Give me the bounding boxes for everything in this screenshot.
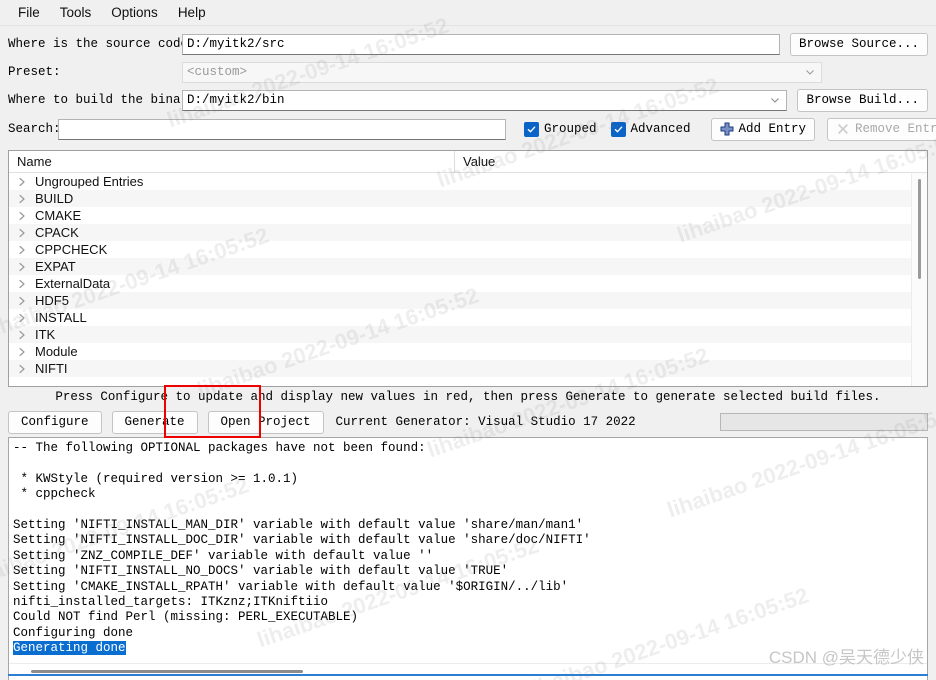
tree-body[interactable]: Ungrouped Entries BUILD CMAKE CPACK CPPCHECK… (9, 173, 927, 386)
menu-file[interactable]: File (8, 3, 50, 23)
entry-group-name: BUILD (35, 191, 74, 206)
remove-entry-button[interactable]: Remove Entry (827, 117, 936, 141)
chevron-down-icon (770, 95, 780, 105)
browse-source-button[interactable]: Browse Source... (789, 32, 928, 56)
cmake-gui-window: File Tools Options Help Where is the sou… (0, 0, 936, 680)
table-row[interactable]: NIFTI (9, 360, 927, 377)
column-header-value[interactable]: Value (455, 151, 927, 172)
menu-options[interactable]: Options (101, 3, 168, 23)
table-row[interactable]: Ungrouped Entries (9, 173, 927, 190)
entry-group-name: CMAKE (35, 208, 82, 223)
chevron-right-icon[interactable] (9, 211, 35, 221)
entry-group-name: CPPCHECK (35, 242, 108, 257)
table-row[interactable]: HDF5 (9, 292, 927, 309)
entry-group-name: CPACK (35, 225, 79, 240)
table-row[interactable]: Module (9, 343, 927, 360)
table-row[interactable]: ExternalData (9, 275, 927, 292)
build-binaries-label: Where to build the binaries: (8, 93, 219, 107)
build-binaries-value: D:/myitk2/bin (187, 93, 285, 107)
entry-group-name: ExternalData (35, 276, 111, 291)
action-bar: Configure Generate Open Project Current … (0, 407, 936, 437)
preset-label: Preset: (8, 65, 61, 79)
preset-value: <custom> (187, 65, 248, 79)
build-binaries-input[interactable]: D:/myitk2/bin (182, 89, 788, 111)
chevron-right-icon[interactable] (9, 364, 35, 374)
log-highlighted-line: Generating done (13, 641, 126, 656)
advanced-checkbox[interactable]: Advanced (610, 121, 691, 137)
table-row[interactable]: CPPCHECK (9, 241, 927, 258)
column-header-name[interactable]: Name (9, 151, 455, 172)
binaries-row: Where to build the binaries: D:/myitk2/b… (8, 86, 928, 114)
add-entry-button[interactable]: Add Entry (710, 117, 816, 141)
search-label: Search: (8, 122, 61, 136)
chevron-right-icon[interactable] (9, 177, 35, 187)
entry-group-name: HDF5 (35, 293, 69, 308)
output-log-text: -- The following OPTIONAL packages have … (13, 441, 591, 656)
chevron-right-icon[interactable] (9, 245, 35, 255)
entry-group-name: Ungrouped Entries (35, 174, 144, 189)
table-row[interactable]: EXPAT (9, 258, 927, 275)
add-entry-label: Add Entry (738, 122, 807, 136)
checkmark-icon (524, 121, 539, 137)
plus-icon (720, 122, 734, 136)
entry-group-name: Module (35, 344, 78, 359)
entry-group-name: EXPAT (35, 259, 76, 274)
chevron-right-icon[interactable] (9, 262, 35, 272)
configure-button[interactable]: Configure (8, 410, 102, 434)
chevron-right-icon[interactable] (9, 330, 35, 340)
table-row[interactable]: ITK (9, 326, 927, 343)
advanced-label: Advanced (630, 122, 691, 136)
entry-group-name: ITK (35, 327, 56, 342)
chevron-right-icon[interactable] (9, 313, 35, 323)
preset-combobox[interactable]: <custom> (182, 61, 822, 83)
grouped-checkbox[interactable]: Grouped (524, 121, 597, 137)
chevron-right-icon[interactable] (9, 228, 35, 238)
entry-group-name: INSTALL (35, 310, 87, 325)
chevron-right-icon[interactable] (9, 279, 35, 289)
close-x-icon (836, 122, 850, 136)
tree-vertical-scrollbar[interactable] (911, 173, 927, 386)
source-row: Where is the source code: D:/myitk2/src … (8, 30, 928, 58)
scrollbar-thumb[interactable] (31, 670, 303, 673)
source-code-label: Where is the source code: (8, 37, 196, 51)
chevron-right-icon[interactable] (9, 296, 35, 306)
generate-button[interactable]: Generate (111, 410, 198, 434)
chevron-right-icon[interactable] (9, 194, 35, 204)
menu-tools[interactable]: Tools (50, 3, 102, 23)
table-row[interactable]: CMAKE (9, 207, 927, 224)
grouped-label: Grouped (544, 122, 597, 136)
cache-entries-tree: Name Value Ungrouped Entries BUILD CMAKE CP… (8, 150, 928, 387)
table-row[interactable]: INSTALL (9, 309, 927, 326)
table-row[interactable]: BUILD (9, 190, 927, 207)
open-project-button[interactable]: Open Project (207, 410, 324, 434)
table-row[interactable]: CPACK (9, 224, 927, 241)
current-generator-label: Current Generator: Visual Studio 17 2022 (335, 415, 636, 429)
checkmark-icon (610, 121, 626, 137)
menu-bar: File Tools Options Help (0, 0, 936, 26)
log-horizontal-scrollbar[interactable] (9, 663, 927, 680)
window-bottom-accent (8, 674, 928, 676)
configure-hint: Press Configure to update and display ne… (55, 390, 881, 404)
scrollbar-thumb[interactable] (918, 179, 921, 279)
preset-row: Preset: <custom> (8, 58, 928, 86)
progress-bar (720, 413, 928, 431)
output-log-panel[interactable]: -- The following OPTIONAL packages have … (8, 437, 928, 680)
tree-header: Name Value (9, 151, 927, 173)
chevron-down-icon (805, 67, 815, 77)
remove-entry-label: Remove Entry (855, 122, 936, 136)
browse-build-button[interactable]: Browse Build... (797, 88, 928, 112)
search-input[interactable] (58, 118, 506, 140)
menu-help[interactable]: Help (168, 3, 216, 23)
options-group: Grouped Advanced Add Entry Remove Entr (524, 117, 936, 141)
chevron-right-icon[interactable] (9, 347, 35, 357)
paths-form: Where is the source code: D:/myitk2/src … (0, 26, 936, 144)
source-code-input[interactable]: D:/myitk2/src (182, 33, 780, 55)
search-row: Search: Grouped Advanced Add Entry Remov… (8, 114, 936, 144)
entry-group-name: NIFTI (35, 361, 68, 376)
